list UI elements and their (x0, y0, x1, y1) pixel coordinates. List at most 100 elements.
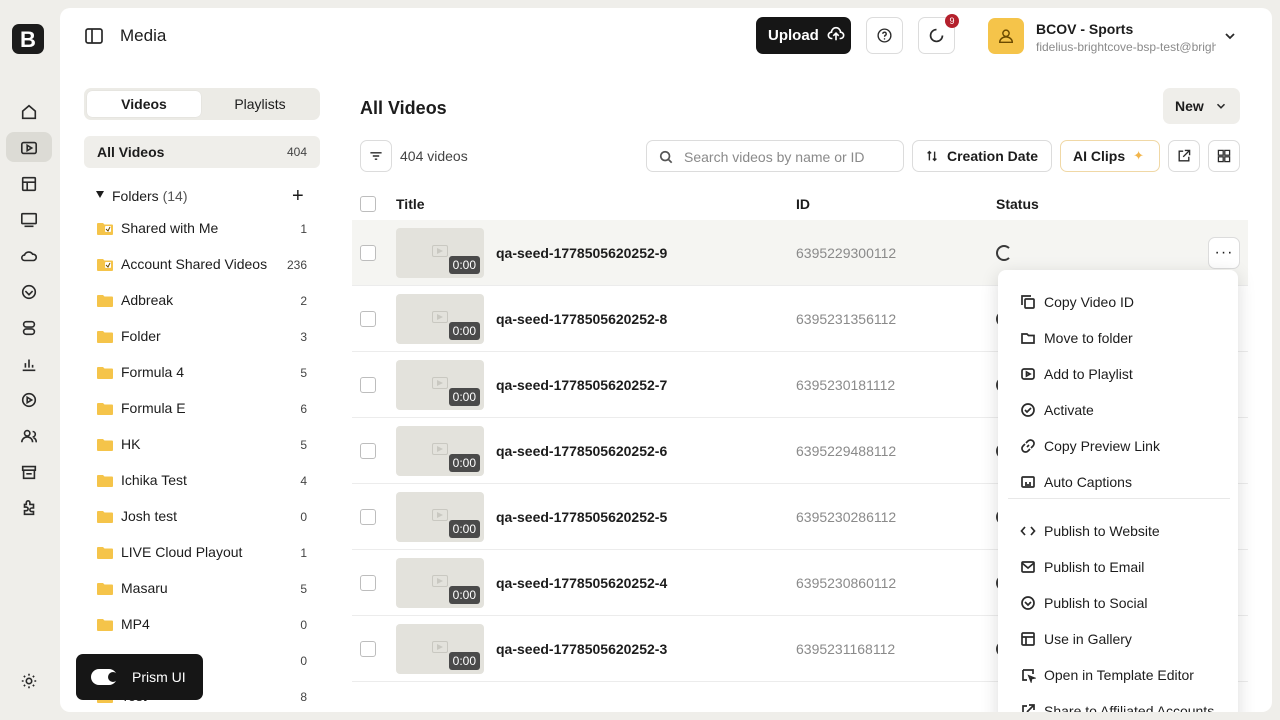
social-icon[interactable] (18, 281, 40, 303)
folder-item[interactable]: Folder 3 (84, 318, 320, 354)
folder-item[interactable]: MP4 0 (84, 606, 320, 642)
folder-icon (97, 583, 113, 595)
sidebar-toggle-icon[interactable] (84, 26, 104, 46)
ai-clips-button[interactable]: AI Clips ✦ (1060, 140, 1160, 172)
menu-item[interactable]: Use in Gallery (1020, 629, 1132, 649)
new-button[interactable]: New (1163, 88, 1240, 124)
live-icon[interactable] (18, 389, 40, 411)
video-id: 6395231168112 (796, 641, 896, 657)
folder-item[interactable]: Formula E 6 (84, 390, 320, 426)
folder-item[interactable]: Account Shared Videos 236 (84, 246, 320, 282)
folder-item[interactable]: Adbreak 2 (84, 282, 320, 318)
video-placeholder-icon (432, 245, 448, 257)
folder-item[interactable]: Josh test 0 (84, 498, 320, 534)
media-icon[interactable] (18, 137, 40, 159)
folder-item[interactable]: Shared with Me 1 (84, 210, 320, 246)
brightcove-logo-icon[interactable]: B (10, 22, 46, 56)
folder-item[interactable]: HK 5 (84, 426, 320, 462)
menu-item[interactable]: Move to folder (1020, 328, 1133, 348)
home-icon[interactable] (18, 101, 40, 123)
menu-item[interactable]: Copy Preview Link (1020, 436, 1160, 456)
chevron-down-icon[interactable] (1222, 28, 1238, 44)
video-title[interactable]: qa-seed-1778505620252-3 (496, 641, 667, 657)
video-id: 6395230286112 (796, 509, 897, 525)
menu-item[interactable]: Share to Affiliated Accounts (1020, 701, 1214, 712)
grid-view-button[interactable] (1208, 140, 1240, 172)
video-title[interactable]: qa-seed-1778505620252-8 (496, 311, 667, 327)
video-title[interactable]: qa-seed-1778505620252-7 (496, 377, 667, 393)
engage-icon[interactable] (18, 317, 40, 339)
menu-divider (1008, 498, 1230, 499)
menu-item[interactable]: Add to Playlist (1020, 364, 1133, 384)
add-folder-button[interactable]: + (292, 186, 304, 206)
account-name[interactable]: BCOV - Sports (1036, 21, 1133, 37)
duration-badge: 0:00 (448, 586, 480, 604)
tab-playlists[interactable]: Playlists (203, 91, 317, 117)
filter-button[interactable] (360, 140, 392, 172)
tab-videos[interactable]: Videos (87, 91, 201, 117)
menu-item[interactable]: Publish to Website (1020, 521, 1160, 541)
video-thumbnail[interactable]: 0:00 (396, 294, 484, 344)
folder-item[interactable]: Masaru 5 (84, 570, 320, 606)
caret-down-icon[interactable] (96, 191, 104, 198)
video-thumbnail[interactable]: 0:00 (396, 558, 484, 608)
folder-count: 0 (300, 618, 307, 632)
account-avatar[interactable] (988, 18, 1024, 54)
folder-item[interactable]: Ichika Test 4 (84, 462, 320, 498)
row-checkbox[interactable] (360, 377, 376, 393)
row-checkbox[interactable] (360, 245, 376, 261)
store-icon[interactable] (18, 461, 40, 483)
more-actions-button[interactable]: ··· (1208, 237, 1240, 269)
search-input[interactable] (684, 147, 894, 167)
prism-ui-toggle[interactable]: Prism UI (76, 654, 203, 700)
video-title[interactable]: qa-seed-1778505620252-9 (496, 245, 667, 261)
column-id[interactable]: ID (796, 196, 810, 212)
video-title[interactable]: qa-seed-1778505620252-5 (496, 509, 667, 525)
video-thumbnail[interactable]: 0:00 (396, 228, 484, 278)
all-videos-nav[interactable]: All Videos 404 (84, 136, 320, 168)
row-checkbox[interactable] (360, 575, 376, 591)
video-thumbnail[interactable]: 0:00 (396, 492, 484, 542)
plugins-icon[interactable] (18, 497, 40, 519)
row-checkbox[interactable] (360, 443, 376, 459)
column-title[interactable]: Title (396, 196, 425, 212)
folder-item[interactable]: Formula 4 5 (84, 354, 320, 390)
menu-item[interactable]: Open in Template Editor (1020, 665, 1194, 685)
users-icon[interactable] (18, 425, 40, 447)
video-thumbnail[interactable]: 0:00 (396, 624, 484, 674)
video-title[interactable]: qa-seed-1778505620252-4 (496, 575, 667, 591)
player-icon[interactable] (18, 209, 40, 231)
export-button[interactable] (1168, 140, 1200, 172)
menu-item[interactable]: Auto Captions (1020, 472, 1132, 492)
toggle-switch[interactable] (91, 669, 118, 685)
duration-badge: 0:00 (448, 256, 480, 274)
video-title[interactable]: qa-seed-1778505620252-6 (496, 443, 667, 459)
upload-button[interactable]: Upload (756, 17, 851, 54)
folder-icon (97, 511, 113, 523)
settings-gear-icon[interactable] (20, 672, 38, 690)
analytics-icon[interactable] (18, 353, 40, 375)
row-checkbox[interactable] (360, 311, 376, 327)
new-label: New (1175, 98, 1204, 114)
cloud-icon[interactable] (18, 245, 40, 267)
folders-heading[interactable]: Folders (14) (112, 188, 187, 204)
row-checkbox[interactable] (360, 509, 376, 525)
menu-item[interactable]: Copy Video ID (1020, 292, 1134, 312)
menu-item[interactable]: Publish to Email (1020, 557, 1144, 577)
column-status[interactable]: Status (996, 196, 1039, 212)
folder-count: 4 (300, 474, 307, 488)
help-button[interactable] (866, 17, 903, 54)
sort-button[interactable]: Creation Date (912, 140, 1052, 172)
menu-item[interactable]: Activate (1020, 400, 1094, 420)
select-all-checkbox[interactable] (360, 196, 376, 212)
menu-item[interactable]: Publish to Social (1020, 593, 1148, 613)
all-videos-count: 404 (286, 145, 307, 159)
main-panel: Media Upload 9 BCOV - Sports fidelius-br… (60, 8, 1272, 712)
video-thumbnail[interactable]: 0:00 (396, 360, 484, 410)
gallery-icon[interactable] (18, 173, 40, 195)
row-checkbox[interactable] (360, 641, 376, 657)
jobs-badge: 9 (945, 14, 959, 28)
search-field[interactable] (646, 140, 904, 172)
video-thumbnail[interactable]: 0:00 (396, 426, 484, 476)
folder-item[interactable]: LIVE Cloud Playout 1 (84, 534, 320, 570)
